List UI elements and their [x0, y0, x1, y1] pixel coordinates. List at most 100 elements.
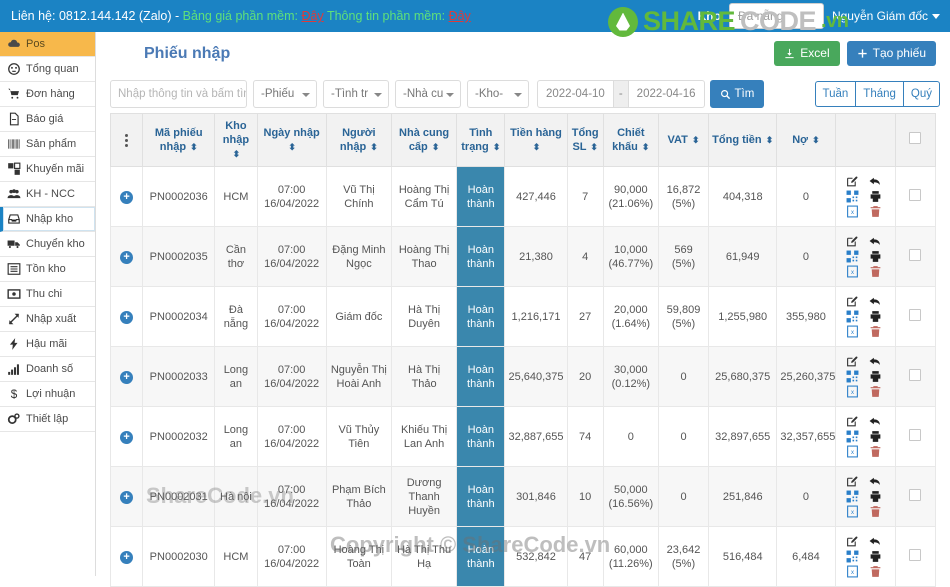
qrcode-icon[interactable]	[846, 190, 859, 203]
cell-select[interactable]	[894, 526, 937, 587]
print-icon[interactable]	[869, 430, 882, 443]
cell-nha-cung-cap[interactable]: Hoàng Thị Cẩm Tú	[390, 166, 458, 227]
expand-row-icon[interactable]: +	[120, 490, 134, 504]
row-expand-cell[interactable]: +	[109, 466, 144, 527]
row-checkbox[interactable]	[909, 248, 922, 261]
cell-ma-phieu-nhap[interactable]: PN0002031	[142, 466, 216, 527]
cell-nha-cung-cap[interactable]: Khiếu Thị Lan Anh	[390, 406, 458, 467]
th-chiet-khau[interactable]: Chiết khấu ⬍	[602, 113, 659, 167]
cell-nha-cung-cap[interactable]: Dương Thanh Huyền	[390, 466, 458, 527]
sidebar-item-sanpham[interactable]: Sản phẩm	[0, 132, 95, 157]
sidebar-item-tongquan[interactable]: Tổng quan	[0, 57, 95, 82]
row-expand-cell[interactable]: +	[109, 166, 144, 227]
return-icon[interactable]	[869, 235, 882, 248]
cell-select[interactable]	[894, 406, 937, 467]
expand-row-icon[interactable]: +	[120, 190, 134, 204]
date-from-input[interactable]: 2022-04-10	[537, 80, 614, 108]
expand-row-icon[interactable]: +	[120, 370, 134, 384]
th-select-all[interactable]	[894, 113, 937, 167]
table-row[interactable]: + PN0002032 Long an 07:00 16/04/2022 Vũ Thủy …	[109, 406, 937, 467]
edit-icon[interactable]	[846, 355, 859, 368]
delete-icon[interactable]	[869, 325, 882, 338]
sidebar-item-khuyenmai[interactable]: Khuyến mãi	[0, 157, 95, 182]
cell-ma-phieu-nhap[interactable]: PN0002032	[142, 406, 216, 467]
cell-nha-cung-cap[interactable]: Hoàng Thị Thao	[390, 226, 458, 287]
row-checkbox[interactable]	[909, 548, 922, 561]
sidebar-item-tonkho[interactable]: Tồn kho	[0, 257, 95, 282]
delete-icon[interactable]	[869, 505, 882, 518]
qrcode-icon[interactable]	[846, 490, 859, 503]
qrcode-icon[interactable]	[846, 370, 859, 383]
th-tinh-trang[interactable]: Tình trạng ⬍	[456, 113, 506, 167]
row-expand-cell[interactable]: +	[109, 346, 144, 407]
cell-actions[interactable]: x	[834, 166, 896, 227]
receipt-type-select[interactable]: -Phiếu	[253, 80, 317, 108]
th-ngay-nhap[interactable]: Ngày nhập ⬍	[256, 113, 327, 167]
sidebar-item-thietlap[interactable]: Thiết lập	[0, 407, 95, 432]
price-link[interactable]: Đây	[301, 9, 323, 23]
cell-nha-cung-cap[interactable]: Hà Thị Thu Hạ	[390, 526, 458, 587]
qrcode-icon[interactable]	[846, 250, 859, 263]
print-icon[interactable]	[869, 490, 882, 503]
cell-ma-phieu-nhap[interactable]: PN0002030	[142, 526, 216, 587]
period-month-button[interactable]: Tháng	[855, 81, 903, 107]
row-expand-cell[interactable]: +	[109, 526, 144, 587]
th-ma-phieu-nhap[interactable]: Mã phiếu nhập ⬍	[142, 113, 216, 167]
cell-ma-phieu-nhap[interactable]: PN0002036	[142, 166, 216, 227]
row-expand-cell[interactable]: +	[109, 226, 144, 287]
th-kho-nhap[interactable]: Kho nhập ⬍	[214, 113, 258, 167]
sidebar-item-donhang[interactable]: Đơn hàng	[0, 82, 95, 107]
cell-ma-phieu-nhap[interactable]: PN0002035	[142, 226, 216, 287]
th-no[interactable]: Nợ ⬍	[776, 113, 836, 167]
cell-select[interactable]	[894, 226, 937, 287]
print-icon[interactable]	[869, 190, 882, 203]
return-icon[interactable]	[869, 295, 882, 308]
cell-nha-cung-cap[interactable]: Hà Thị Thảo	[390, 346, 458, 407]
cell-actions[interactable]: x	[834, 286, 896, 347]
sidebar-item-loinhuan[interactable]: $ Lợi nhuận	[0, 382, 95, 407]
cell-select[interactable]	[894, 466, 937, 527]
warehouse-select[interactable]: Đà nẵng	[728, 3, 824, 29]
sidebar-item-pos[interactable]: Pos	[0, 32, 95, 57]
period-quarter-button[interactable]: Quý	[902, 81, 940, 107]
sidebar-item-chuyenkho[interactable]: Chuyển kho	[0, 232, 95, 257]
cell-select[interactable]	[894, 286, 937, 347]
print-icon[interactable]	[869, 250, 882, 263]
sidebar-item-nhapkho[interactable]: Nhập kho	[0, 207, 95, 232]
th-nha-cung-cap[interactable]: Nhà cung cấp ⬍	[390, 113, 458, 167]
qrcode-icon[interactable]	[846, 550, 859, 563]
warehouse-filter-select[interactable]: -Kho-	[467, 80, 529, 108]
sidebar-item-nhapxuat[interactable]: Nhập xuất	[0, 307, 95, 332]
kebab-menu-icon[interactable]	[113, 133, 140, 147]
cell-actions[interactable]: x	[834, 406, 896, 467]
expand-row-icon[interactable]: +	[120, 550, 134, 564]
cell-ma-phieu-nhap[interactable]: PN0002034	[142, 286, 216, 347]
table-row[interactable]: + PN0002031 Hà nội 07:00 16/04/2022 Phạm Bích…	[109, 466, 937, 527]
supplier-select[interactable]: -Nhà cu	[395, 80, 461, 108]
excel-icon[interactable]: x	[846, 265, 859, 278]
table-row[interactable]: + PN0002030 HCM 07:00 16/04/2022 Hoàng Thị To…	[109, 526, 937, 587]
cell-select[interactable]	[894, 346, 937, 407]
column-menu-header[interactable]	[109, 113, 144, 167]
delete-icon[interactable]	[869, 565, 882, 578]
expand-row-icon[interactable]: +	[120, 250, 134, 264]
cell-select[interactable]	[894, 166, 937, 227]
row-expand-cell[interactable]: +	[109, 406, 144, 467]
select-all-checkbox[interactable]	[909, 132, 922, 144]
user-menu[interactable]: Nguyễn Giám đốc	[832, 9, 940, 23]
cell-nha-cung-cap[interactable]: Hà Thị Duyên	[390, 286, 458, 347]
excel-icon[interactable]: x	[846, 325, 859, 338]
return-icon[interactable]	[869, 535, 882, 548]
th-tong-sl[interactable]: Tổng SL ⬍	[566, 113, 604, 167]
create-receipt-button[interactable]: Tạo phiếu	[846, 41, 936, 66]
sidebar-item-thuchi[interactable]: Thu chi	[0, 282, 95, 307]
table-row[interactable]: + PN0002036 HCM 07:00 16/04/2022 Vũ Thị Chính…	[109, 166, 937, 227]
cell-ma-phieu-nhap[interactable]: PN0002033	[142, 346, 216, 407]
th-tong-tien[interactable]: Tổng tiền ⬍	[708, 113, 778, 167]
sidebar-item-doanhso[interactable]: Doanh số	[0, 357, 95, 382]
excel-icon[interactable]: x	[846, 565, 859, 578]
edit-icon[interactable]	[846, 475, 859, 488]
info-link[interactable]: Đây	[449, 9, 471, 23]
status-select[interactable]: -Tình tr	[323, 80, 389, 108]
cell-actions[interactable]: x	[834, 226, 896, 287]
